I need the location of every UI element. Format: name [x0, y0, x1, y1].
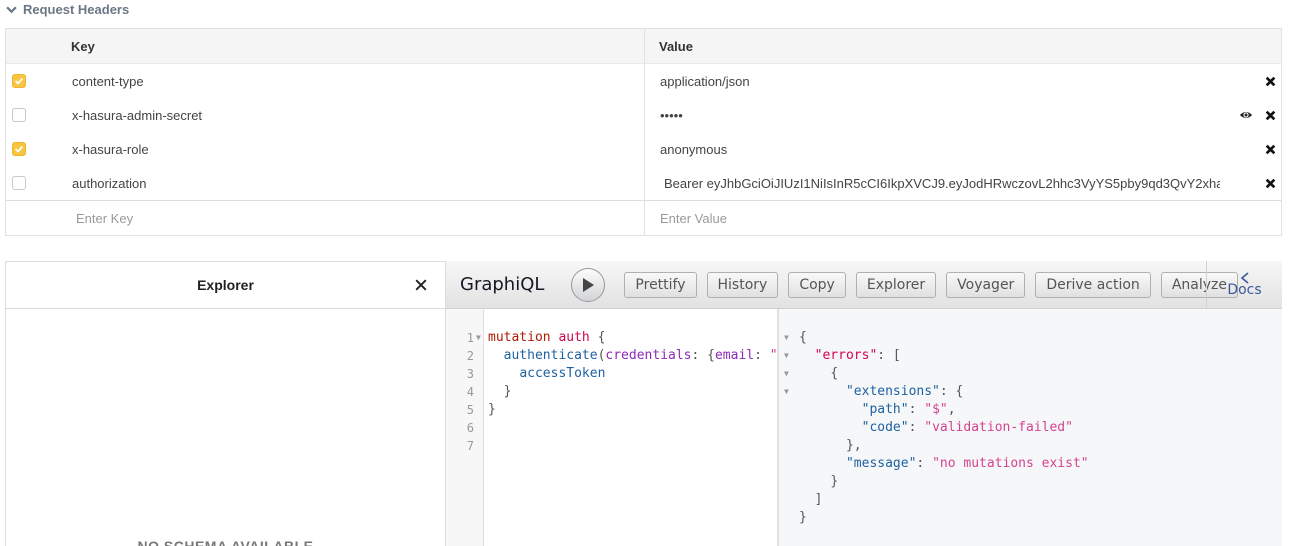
result-viewer: ▼ ▼ ▼ ▼ { "errors": [ { "extensions": { …: [778, 309, 1282, 546]
header-key-input[interactable]: x-hasura-admin-secret: [71, 98, 644, 132]
header-key-input[interactable]: x-hasura-role: [71, 132, 644, 166]
graphiql-toolbar: GraphiQL Prettify History Copy Explorer …: [446, 261, 1282, 309]
header-enabled-checkbox[interactable]: [12, 74, 26, 88]
header-key-input[interactable]: content-type: [71, 64, 644, 98]
header-row: authorization Bearer eyJhbGciOiJIUzI1NiI…: [6, 166, 1281, 200]
result-line: {: [830, 366, 839, 381]
header-key-input[interactable]: authorization: [71, 166, 644, 200]
voyager-button[interactable]: Voyager: [946, 271, 1026, 298]
remove-header-icon[interactable]: [1263, 176, 1277, 190]
remove-header-icon[interactable]: [1263, 108, 1277, 122]
header-row: x-hasura-role anonymous: [6, 132, 1281, 166]
line-number: 2: [466, 349, 474, 363]
explorer-panel: Explorer NO SCHEMA AVAILABLE: [5, 261, 446, 546]
code-line: }: [503, 384, 512, 399]
header-row: x-hasura-admin-secret •••••: [6, 98, 1281, 132]
no-schema-message: NO SCHEMA AVAILABLE: [137, 538, 314, 546]
close-icon[interactable]: [411, 275, 431, 295]
result-line: ]: [814, 492, 823, 507]
new-header-row: Enter Key Enter Value: [6, 200, 1281, 235]
copy-button[interactable]: Copy: [788, 271, 846, 298]
checkmark-icon: [14, 145, 24, 153]
result-line: "path": "$",: [861, 402, 956, 417]
code-line: }: [488, 402, 496, 417]
header-value-input[interactable]: anonymous: [644, 132, 1281, 166]
headers-table-header: Key Value: [6, 29, 1281, 64]
code-line: authenticate(credentials: {email: ": [503, 348, 778, 363]
result-line: }: [799, 510, 807, 525]
line-number: 6: [466, 421, 474, 435]
new-header-value-input[interactable]: Enter Value: [644, 201, 1281, 235]
request-headers-title: Request Headers: [23, 1, 130, 17]
value-column-header: Value: [644, 29, 1281, 63]
fold-arrow-icon[interactable]: ▼: [476, 329, 481, 347]
result-line: }: [830, 474, 839, 489]
chevron-down-icon: [6, 6, 17, 13]
new-header-key-input[interactable]: Enter Key: [71, 201, 644, 235]
header-enabled-checkbox[interactable]: [12, 176, 26, 190]
result-line: },: [845, 438, 862, 453]
query-editor[interactable]: 1 2 3 4 5 6 7 ▼ mutation auth { authenti…: [446, 309, 778, 546]
header-enabled-checkbox[interactable]: [12, 142, 26, 156]
code-line: accessToken: [519, 366, 606, 381]
line-number: 3: [466, 367, 474, 381]
request-headers-table: Key Value content-type application/json …: [5, 28, 1282, 236]
explorer-title: Explorer: [197, 277, 254, 293]
result-line: {: [799, 330, 807, 345]
line-number: 5: [466, 403, 474, 417]
fold-arrow-icon[interactable]: ▼: [784, 365, 789, 383]
header-enabled-checkbox[interactable]: [12, 108, 26, 122]
docs-label: Docs: [1227, 282, 1262, 298]
result-line: "message": "no mutations exist": [845, 456, 1089, 471]
remove-header-icon[interactable]: [1263, 142, 1277, 156]
result-line: "errors": [: [814, 348, 901, 363]
fold-arrow-icon[interactable]: ▼: [784, 347, 789, 365]
fold-arrow-icon[interactable]: ▼: [784, 383, 789, 401]
show-secret-eye-icon[interactable]: [1239, 108, 1253, 122]
execute-query-button[interactable]: [571, 267, 606, 302]
play-icon: [583, 277, 595, 292]
line-number: 1: [466, 331, 474, 345]
header-row: content-type application/json: [6, 64, 1281, 98]
key-column-header: Key: [71, 38, 95, 54]
line-number: 7: [466, 439, 474, 453]
header-value-input[interactable]: application/json: [644, 64, 1281, 98]
fold-arrow-icon[interactable]: ▼: [784, 329, 789, 347]
line-number: 4: [466, 385, 474, 399]
header-value-input[interactable]: •••••: [644, 98, 1281, 132]
code-line: mutation auth {: [488, 330, 606, 345]
request-headers-toggle[interactable]: Request Headers: [6, 0, 129, 18]
remove-header-icon[interactable]: [1263, 74, 1277, 88]
graphiql-panel: GraphiQL Prettify History Copy Explorer …: [446, 261, 1282, 546]
explorer-button[interactable]: Explorer: [855, 271, 937, 298]
header-value-input[interactable]: Bearer eyJhbGciOiJIUzI1NiIsInR5cCI6IkpXV…: [644, 166, 1281, 200]
result-line: "code": "validation-failed": [861, 420, 1073, 435]
derive-action-button[interactable]: Derive action: [1035, 271, 1151, 298]
history-button[interactable]: History: [706, 271, 779, 298]
result-line: "extensions": {: [845, 384, 964, 399]
prettify-button[interactable]: Prettify: [624, 271, 697, 298]
docs-button[interactable]: Docs: [1206, 261, 1282, 309]
checkmark-icon: [14, 77, 24, 85]
graphiql-title: GraphiQL: [460, 274, 545, 295]
